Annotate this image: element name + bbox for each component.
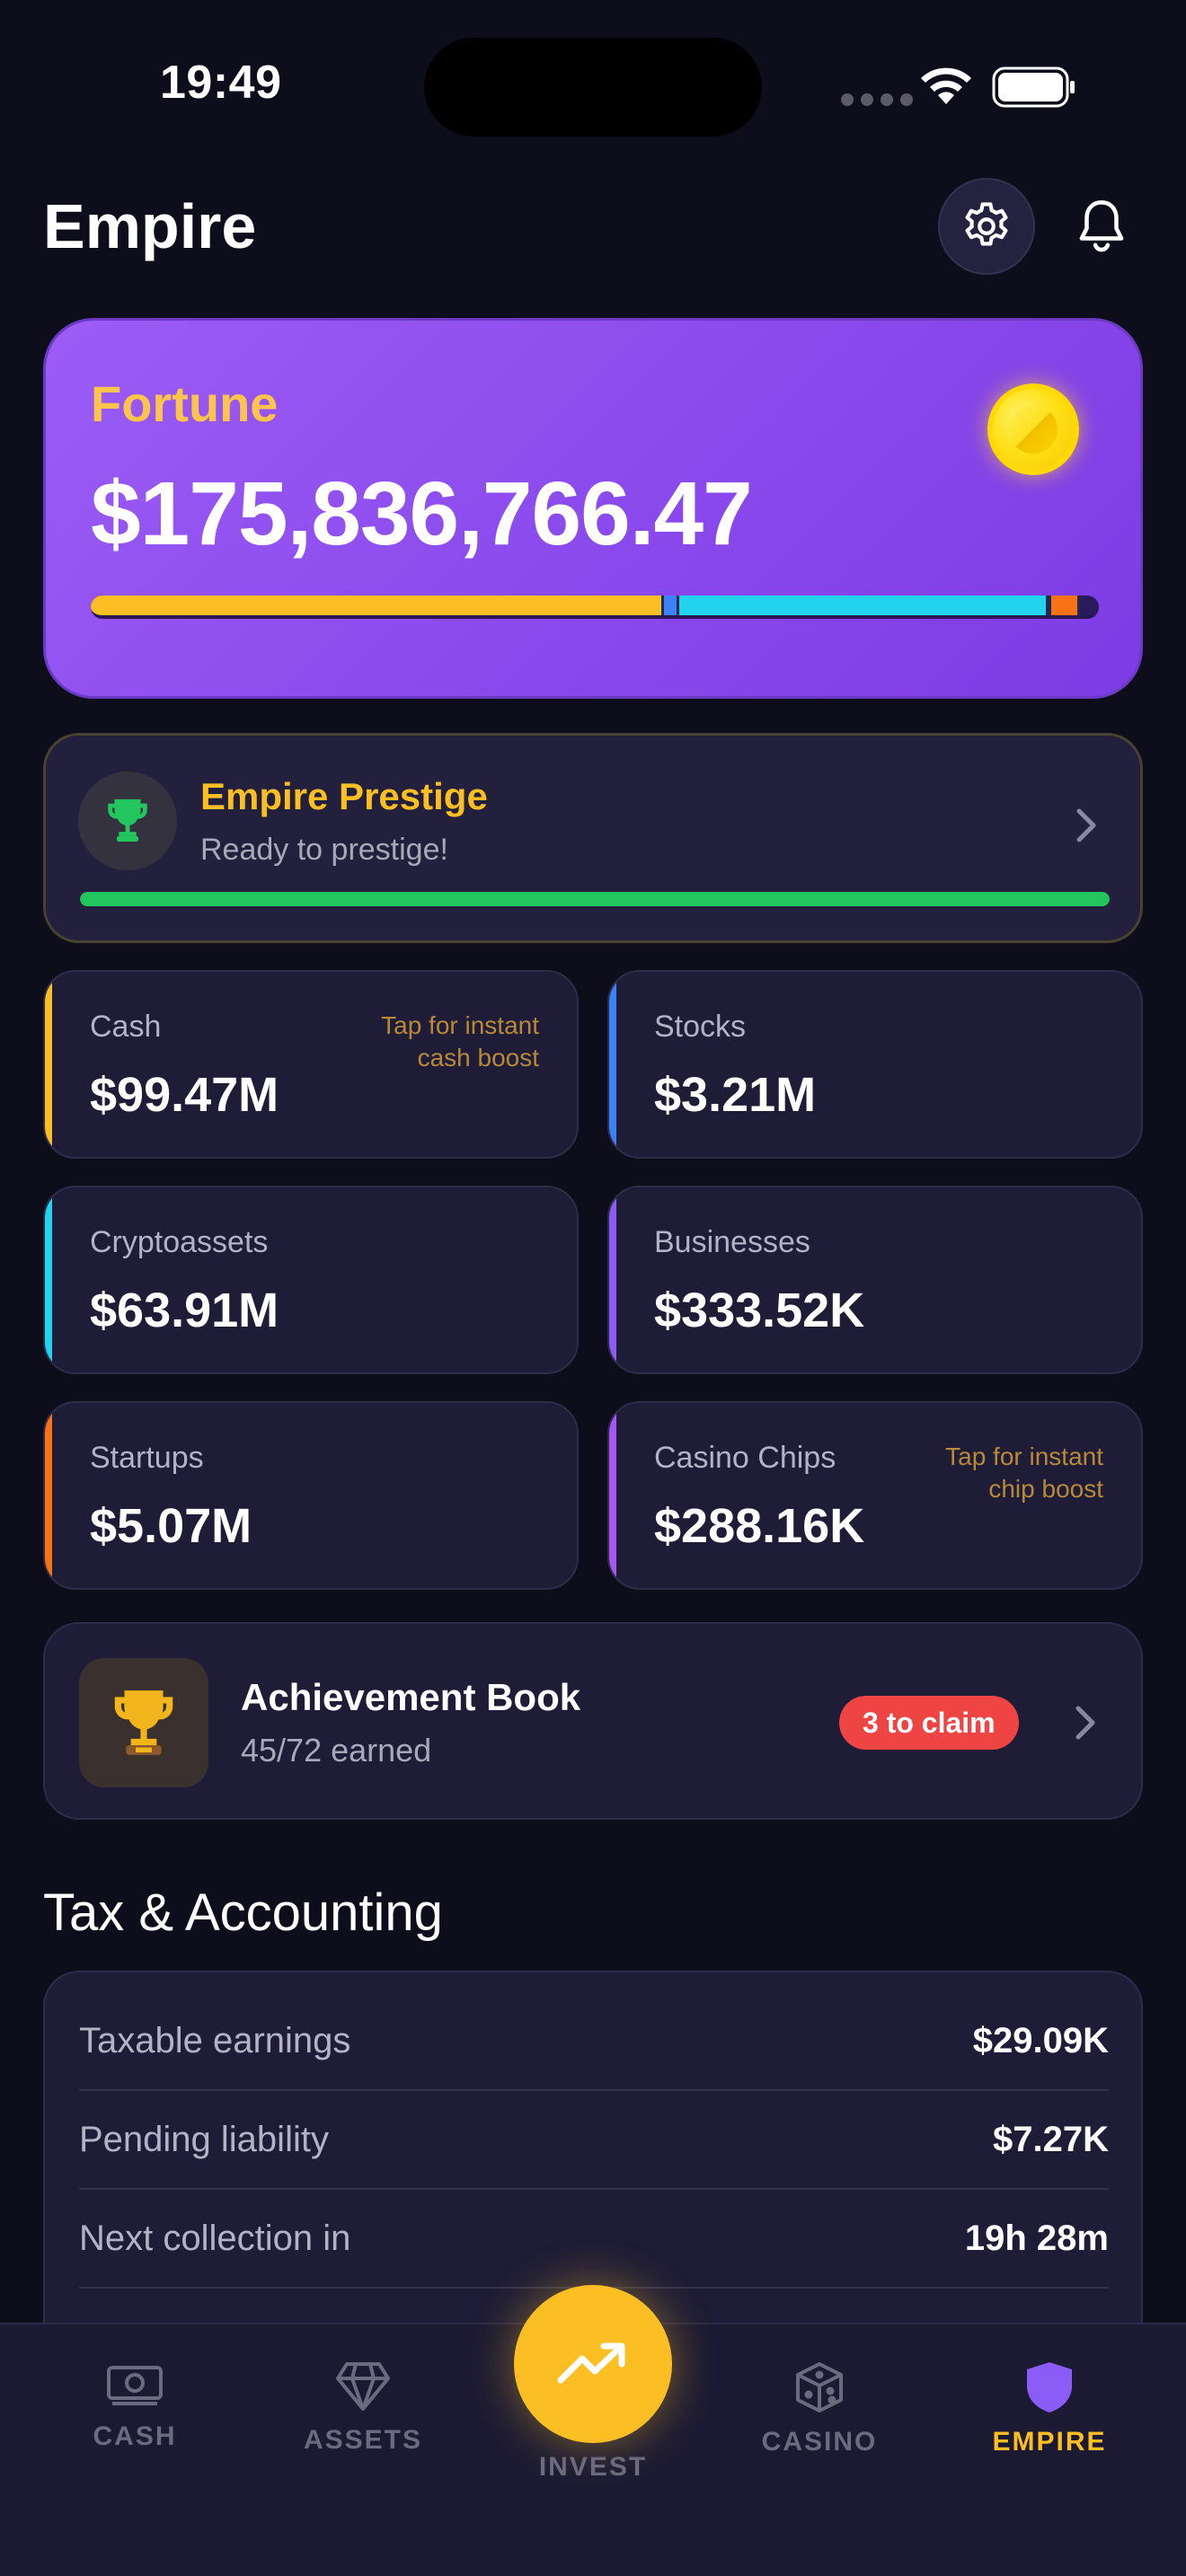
asset-accent [45,1187,52,1372]
gear-icon [965,202,1008,246]
asset-hint: Tap for instant cash boost [381,1011,539,1072]
battery-icon [992,66,1075,108]
asset-card-crypto[interactable]: Cryptoassets $63.91M [43,1186,579,1374]
cash-icon [107,2366,163,2405]
page-title: Empire [43,191,257,261]
trending-up-icon [557,2342,625,2384]
allocation-bar [91,595,1099,619]
tax-row: Pending liability $7.27K [79,2091,1109,2190]
tax-row: Next collection in 19h 28m [79,2190,1109,2289]
tab-label: CASINO [761,2427,878,2457]
allocation-segment-crypto [679,595,1046,615]
tax-row-value: 19h 28m [964,2218,1109,2258]
asset-accent [609,1187,616,1372]
asset-accent [609,1403,616,1588]
tax-row-label: Taxable earnings [79,2020,351,2060]
asset-hint: Tap for instant chip boost [945,1442,1103,1503]
tax-row-label: Next collection in [79,2218,351,2258]
tab-empire[interactable]: EMPIRE [951,2360,1148,2457]
tax-row-value: $7.27K [993,2119,1109,2159]
tab-casino[interactable]: CASINO [721,2360,918,2457]
tab-label: ASSETS [303,2425,423,2455]
allocation-segment-chips [1077,595,1081,615]
chevron-right-icon [1075,1706,1095,1740]
prestige-progress-bar [80,892,1110,906]
invest-button[interactable] [514,2285,672,2443]
bell-icon [1079,200,1124,252]
tab-cash[interactable]: CASH [36,2360,234,2452]
asset-card-stocks[interactable]: Stocks $3.21M [607,970,1143,1159]
achievement-subtitle: 45/72 earned [241,1732,432,1769]
trophy-icon [108,798,147,842]
fortune-card: Fortune $175,836,766.47 [43,318,1143,699]
asset-card-cash[interactable]: Cash $99.47M Tap for instant cash boost [43,970,579,1159]
asset-label: Stocks [654,1010,747,1044]
cellular-signal-icon [841,93,913,106]
dynamic-island [424,38,762,137]
coin-icon [987,384,1079,475]
tax-row: Taxable earnings $29.09K [79,1992,1109,2091]
asset-value: $333.52K [654,1284,865,1337]
asset-accent [609,972,616,1157]
wifi-icon [921,67,971,104]
tab-label: CASH [93,2422,177,2451]
asset-value: $5.07M [90,1499,252,1553]
asset-card-businesses[interactable]: Businesses $333.52K [607,1186,1143,1374]
tab-assets[interactable]: ASSETS [264,2360,462,2456]
asset-label: Cash [90,1010,162,1044]
prestige-card[interactable]: Empire Prestige Ready to prestige! [43,733,1143,943]
tax-row-value: $29.09K [972,2020,1109,2060]
asset-accent [45,972,52,1157]
asset-label: Casino Chips [654,1441,836,1475]
trophy-badge [78,772,177,870]
asset-label: Businesses [654,1225,810,1259]
prestige-title: Empire Prestige [200,775,488,817]
diamond-icon [336,2362,390,2411]
settings-button[interactable] [938,178,1035,275]
notifications-button[interactable] [1053,178,1150,275]
asset-value: $288.16K [654,1499,865,1553]
fortune-label: Fortune [91,375,279,432]
asset-value: $99.47M [90,1068,279,1122]
shield-icon [1027,2362,1072,2413]
asset-value: $63.91M [90,1284,279,1337]
asset-value: $3.21M [654,1068,817,1122]
chevron-right-icon [1076,808,1096,842]
allocation-segment-startups [1048,595,1078,615]
tab-label: EMPIRE [992,2427,1107,2457]
screen: 19:49 Empire Fortune $175,836,766.47 Emp… [0,0,1186,2576]
achievement-title: Achievement Book [241,1676,581,1718]
asset-card-startups[interactable]: Startups $5.07M [43,1401,579,1590]
prestige-progress-fill [80,892,1110,906]
status-time: 19:49 [160,57,282,109]
claim-badge[interactable]: 3 to claim [839,1696,1019,1750]
section-title-tax: Tax & Accounting [43,1883,443,1942]
dice-icon [796,2362,843,2413]
asset-label: Startups [90,1441,204,1475]
allocation-segment-cash [91,595,662,615]
achievement-book-card[interactable]: Achievement Book 45/72 earned 3 to claim [43,1622,1143,1820]
tab-invest-label[interactable]: INVEST [503,2452,683,2483]
home-indicator [474,2547,712,2556]
prestige-subtitle: Ready to prestige! [200,833,448,867]
tax-row-label: Pending liability [79,2119,329,2159]
asset-label: Cryptoassets [90,1225,269,1259]
allocation-segment-stocks [661,595,680,615]
asset-accent [45,1403,52,1588]
asset-card-casino-chips[interactable]: Casino Chips $288.16K Tap for instant ch… [607,1401,1143,1590]
fortune-value: $175,836,766.47 [91,463,753,564]
trophy-icon [79,1658,208,1787]
